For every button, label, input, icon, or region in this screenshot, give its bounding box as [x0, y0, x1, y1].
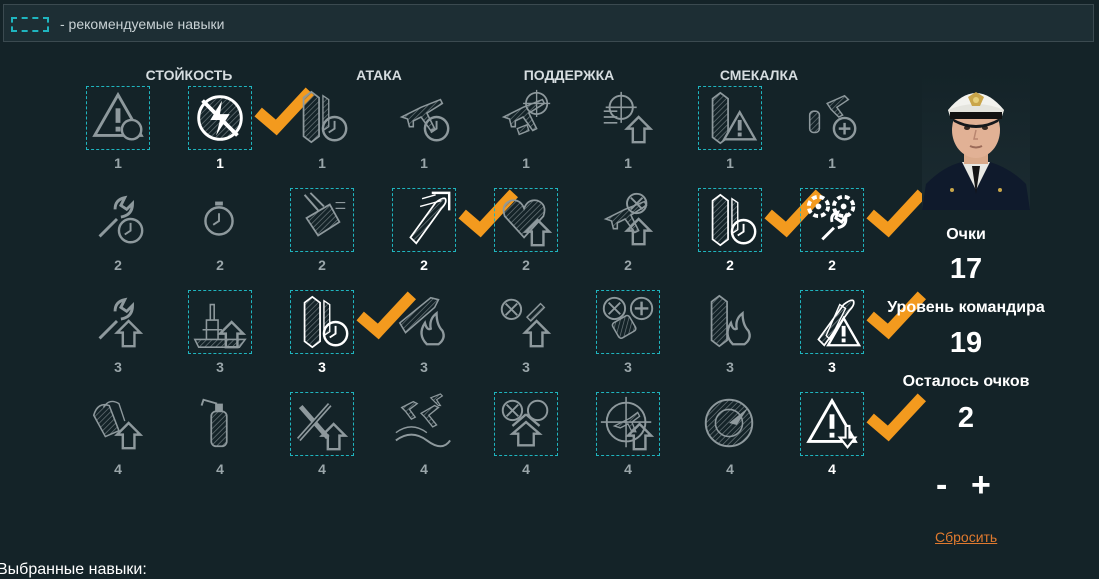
skill-level-label: 1	[624, 155, 632, 171]
column-title-2: АТАКА	[356, 67, 402, 83]
skill-button-r4c4[interactable]	[392, 392, 456, 456]
skill-level-label: 2	[216, 257, 224, 273]
skill-button-r3c7[interactable]	[698, 290, 762, 354]
column-title-1: СТОЙКОСТЬ	[145, 67, 233, 83]
skill-level-label: 1	[114, 155, 122, 171]
skill-button-r4c6[interactable]	[596, 392, 660, 456]
skill-level-label: 1	[828, 155, 836, 171]
skill-button-r3c1[interactable]	[86, 290, 150, 354]
skill-level-label: 3	[828, 359, 836, 375]
skill-level-label: 4	[114, 461, 122, 477]
skill-level-label: 3	[624, 359, 632, 375]
reset-link[interactable]: Сбросить	[935, 529, 997, 545]
recommended-dashed-box-icon	[11, 17, 49, 32]
skill-button-r2c5[interactable]	[494, 188, 558, 252]
skill-button-r2c1[interactable]	[86, 188, 150, 252]
skill-button-r4c1[interactable]	[86, 392, 150, 456]
legend-text: - рекомендуемые навыки	[60, 16, 225, 32]
skill-button-r1c6[interactable]	[596, 86, 660, 150]
skill-button-r4c8[interactable]	[800, 392, 926, 456]
skill-level-label: 1	[522, 155, 530, 171]
skill-button-r1c1[interactable]	[86, 86, 150, 150]
remaining-points-value: 2	[957, 402, 975, 434]
points-value: 17	[949, 253, 983, 285]
column-title-4: СМЕКАЛКА	[719, 67, 799, 83]
skill-button-r3c5[interactable]	[494, 290, 558, 354]
skill-button-r1c3[interactable]	[290, 86, 354, 150]
skill-level-label: 3	[420, 359, 428, 375]
checkmark-icon	[355, 285, 416, 340]
skill-button-r4c2[interactable]	[188, 392, 252, 456]
skill-level-label: 2	[522, 257, 530, 273]
skill-button-r3c6[interactable]	[596, 290, 660, 354]
skill-button-r1c4[interactable]	[392, 86, 456, 150]
commander-level-value: 19	[949, 327, 983, 359]
checkmark-icon	[457, 183, 518, 238]
skill-button-r3c3[interactable]	[290, 290, 416, 354]
skill-button-r2c6[interactable]	[596, 188, 660, 252]
skill-level-label: 2	[726, 257, 734, 273]
skill-button-r2c8[interactable]	[800, 188, 926, 252]
skill-level-label: 1	[216, 155, 224, 171]
skill-button-r2c2[interactable]	[188, 188, 252, 252]
skill-button-r3c2[interactable]	[188, 290, 252, 354]
checkmark-icon	[865, 183, 926, 238]
skill-button-r2c3[interactable]	[290, 188, 354, 252]
checkmark-icon	[763, 183, 824, 238]
column-title-3: ПОДДЕРЖКА	[523, 67, 615, 83]
recommended-legend: - рекомендуемые навыки	[3, 4, 1094, 42]
skill-level-label: 4	[828, 461, 836, 477]
skill-level-label: 4	[420, 461, 428, 477]
skill-level-label: 2	[114, 257, 122, 273]
skill-level-label: 3	[522, 359, 530, 375]
skill-button-r1c8[interactable]	[800, 86, 864, 150]
skill-level-label: 3	[726, 359, 734, 375]
skill-level-label: 4	[216, 461, 224, 477]
checkmark-icon	[253, 81, 314, 136]
skill-button-r1c2[interactable]	[188, 86, 314, 150]
skill-button-r4c7[interactable]	[698, 392, 762, 456]
skill-button-r1c7[interactable]	[698, 86, 762, 150]
skill-button-r2c4[interactable]	[392, 188, 518, 252]
skill-button-r4c5[interactable]	[494, 392, 558, 456]
increase-level-button[interactable]: +	[971, 466, 991, 505]
checkmark-icon	[865, 285, 926, 340]
skill-level-label: 2	[420, 257, 428, 273]
skill-level-label: 3	[318, 359, 326, 375]
skill-button-r3c8[interactable]	[800, 290, 926, 354]
skill-level-label: 1	[318, 155, 326, 171]
skill-level-label: 4	[624, 461, 632, 477]
skill-button-r4c3[interactable]	[290, 392, 354, 456]
skill-level-label: 2	[828, 257, 836, 273]
skill-level-label: 3	[216, 359, 224, 375]
skill-button-r3c4[interactable]	[392, 290, 456, 354]
skill-level-label: 4	[318, 461, 326, 477]
skill-level-label: 4	[522, 461, 530, 477]
points-label: Очки	[946, 226, 986, 243]
commander-level-label: Уровень командира	[887, 299, 1045, 316]
commander-portrait	[922, 72, 1030, 210]
skill-level-label: 1	[726, 155, 734, 171]
selected-skills-label: Выбранные навыки:	[0, 561, 147, 578]
skill-level-label: 2	[318, 257, 326, 273]
skill-button-r1c5[interactable]	[494, 86, 558, 150]
skill-level-label: 4	[726, 461, 734, 477]
decrease-level-button[interactable]: -	[936, 466, 947, 505]
remaining-points-label: Осталось очков	[902, 373, 1030, 390]
skill-level-label: 1	[420, 155, 428, 171]
checkmark-icon	[865, 387, 926, 442]
skill-level-label: 2	[624, 257, 632, 273]
skill-level-label: 3	[114, 359, 122, 375]
skill-button-r2c7[interactable]	[698, 188, 824, 252]
